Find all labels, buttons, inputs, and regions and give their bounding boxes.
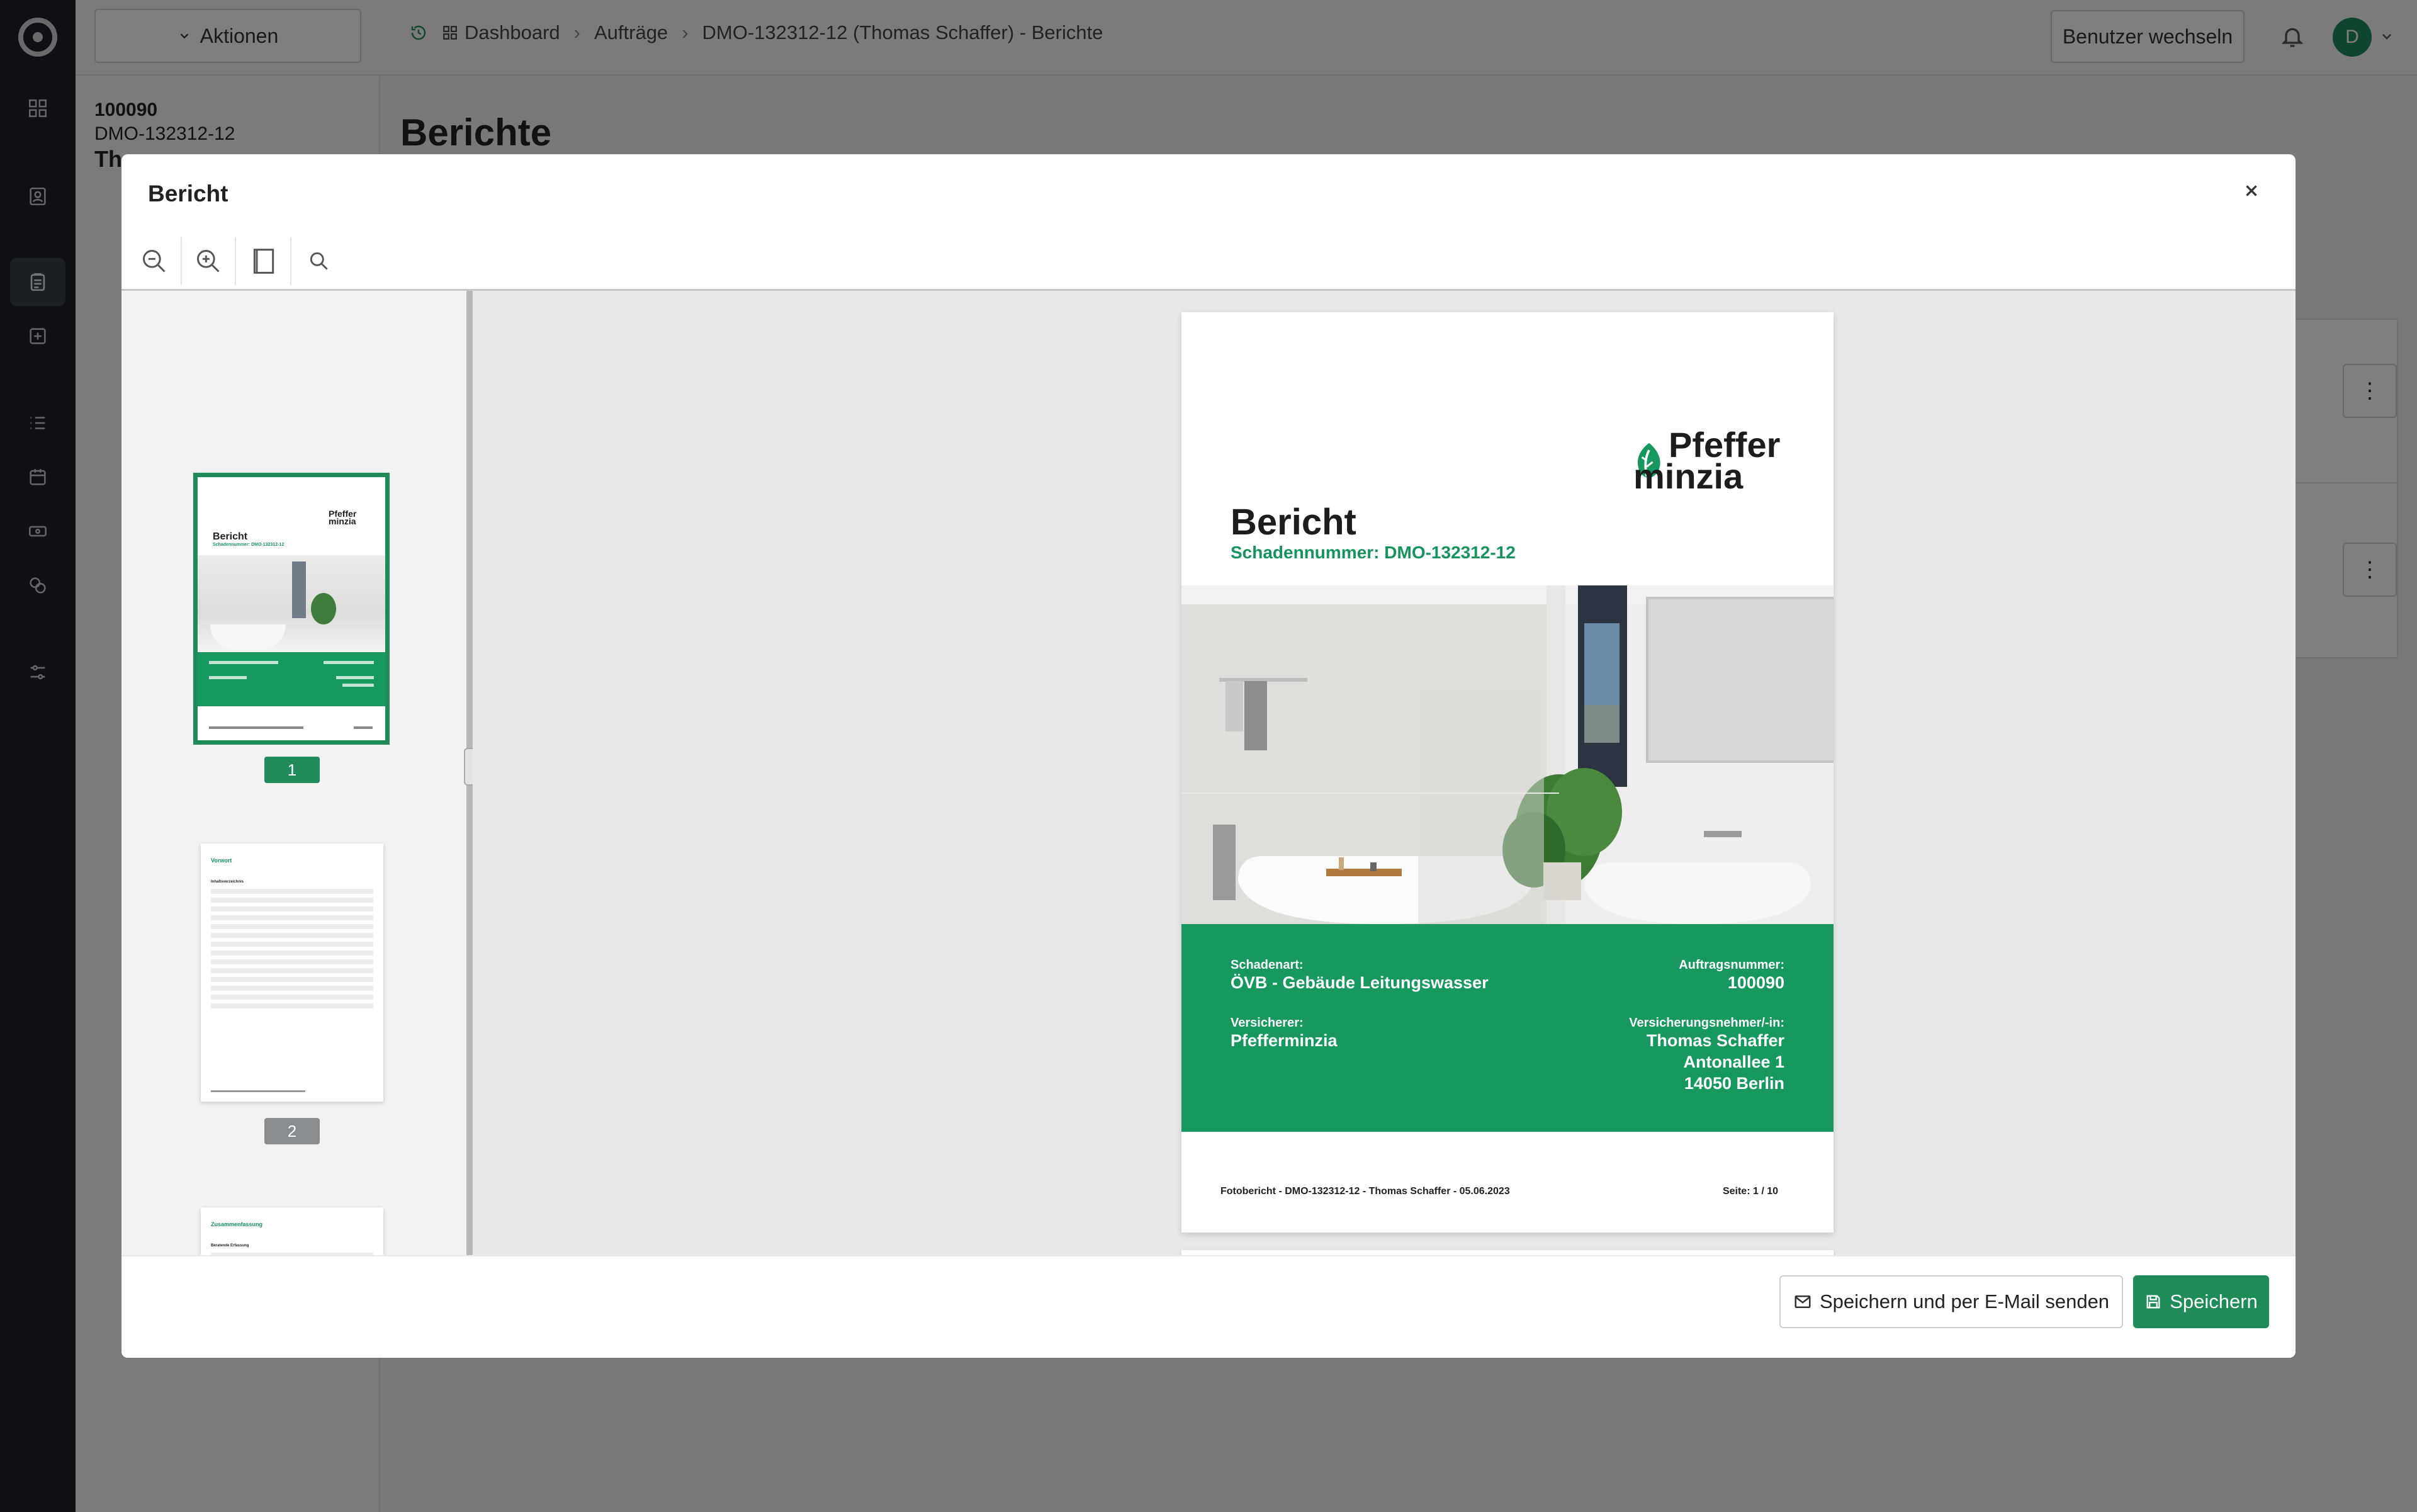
thumb-3-title: Zusammenfassung bbox=[211, 1221, 263, 1227]
floppy-disk-icon bbox=[2146, 1295, 2160, 1309]
search-button[interactable] bbox=[300, 242, 338, 280]
report-footer-page: Seite: 1 / 10 bbox=[1722, 1186, 1778, 1197]
page-number-badge[interactable]: 2 bbox=[264, 1118, 320, 1144]
page-number-badge[interactable]: 1 bbox=[264, 757, 320, 783]
save-and-email-label: Speichern und per E-Mail senden bbox=[1819, 1290, 2110, 1312]
brand-logo: Pfeffer minzia bbox=[1631, 427, 1780, 497]
mail-icon bbox=[1794, 1295, 1811, 1308]
save-label: Speichern bbox=[2170, 1290, 2258, 1312]
zoom-out-icon bbox=[143, 250, 166, 273]
report-page-2 bbox=[1181, 1250, 1834, 1255]
thumbnail-page-2[interactable]: Vorwort Inhaltsverzeichnis bbox=[201, 843, 383, 1102]
page-fit-button[interactable] bbox=[245, 242, 283, 280]
damage-type-value: ÖVB - Gebäude Leitungswasser bbox=[1231, 973, 1489, 992]
thumb-brand: Pfeffer minzia bbox=[329, 509, 357, 526]
toolbar-divider bbox=[290, 237, 291, 285]
zoom-in-icon bbox=[197, 250, 220, 273]
policyholder-name: Thomas Schaffer bbox=[1646, 1031, 1784, 1050]
bathroom-photo bbox=[1181, 585, 1834, 924]
thumb-photo bbox=[198, 555, 385, 652]
report-page-1: Pfeffer minzia Bericht Schadennummer: DM… bbox=[1181, 312, 1834, 1233]
insurer-value: Pfefferminzia bbox=[1231, 1031, 1338, 1050]
thumbnail-panel[interactable]: Pfeffer minzia Bericht Schadennummer: DMO… bbox=[121, 291, 466, 1255]
thumb-2-title: Vorwort bbox=[211, 857, 232, 864]
report-subtitle: Schadennummer: DMO-132312-12 bbox=[1231, 543, 1516, 562]
report-footer-left: Fotobericht - DMO-132312-12 - Thomas Sch… bbox=[1220, 1186, 1510, 1197]
thumb-3-heading: Beratende Erfassung bbox=[211, 1244, 249, 1248]
modal-footer: Speichern und per E-Mail senden Speicher… bbox=[121, 1255, 2296, 1358]
report-title: Bericht bbox=[1231, 502, 1356, 543]
policyholder-label: Versicherungsnehmer/-in: bbox=[1629, 1016, 1784, 1030]
save-and-email-button[interactable]: Speichern und per E-Mail senden bbox=[1779, 1275, 2123, 1328]
modal-title: Bericht bbox=[148, 181, 228, 206]
report-info-band: Schadenart: ÖVB - Gebäude Leitungswasser… bbox=[1181, 924, 1834, 1132]
toolbar-divider bbox=[235, 237, 236, 285]
close-icon[interactable] bbox=[2240, 179, 2263, 202]
thumb-2-heading: Inhaltsverzeichnis bbox=[211, 880, 244, 884]
report-modal: Bericht Pfeffer minzia Bericht Schadennum… bbox=[121, 154, 2296, 1358]
search-icon bbox=[310, 252, 328, 270]
thumb-green-band bbox=[198, 652, 385, 706]
policyholder-street: Antonallee 1 bbox=[1683, 1052, 1784, 1071]
insurer-label: Versicherer: bbox=[1231, 1016, 1304, 1030]
zoom-in-button[interactable] bbox=[189, 242, 227, 280]
page-fit-icon bbox=[253, 249, 274, 274]
zoom-out-button[interactable] bbox=[135, 242, 173, 280]
toolbar-divider bbox=[181, 237, 182, 285]
thumb-title: Bericht bbox=[213, 531, 248, 542]
thumbnail-page-1[interactable]: Pfeffer minzia Bericht Schadennummer: DMO… bbox=[193, 473, 390, 745]
order-number-label: Auftragsnummer: bbox=[1679, 958, 1784, 972]
order-number-value: 100090 bbox=[1727, 973, 1784, 992]
thumb-2-toc-lines bbox=[211, 889, 373, 1008]
thumbnail-page-3[interactable]: Zusammenfassung Beratende Erfassung bbox=[201, 1207, 383, 1255]
policyholder-city: 14050 Berlin bbox=[1684, 1074, 1784, 1093]
document-canvas[interactable]: Pfeffer minzia Bericht Schadennummer: DM… bbox=[473, 291, 2296, 1255]
damage-type-label: Schadenart: bbox=[1231, 958, 1304, 972]
thumb-subtitle: Schadennummer: DMO-132312-12 bbox=[213, 543, 285, 547]
brand-line-2: minzia bbox=[1633, 456, 1744, 497]
save-button[interactable]: Speichern bbox=[2133, 1275, 2269, 1328]
